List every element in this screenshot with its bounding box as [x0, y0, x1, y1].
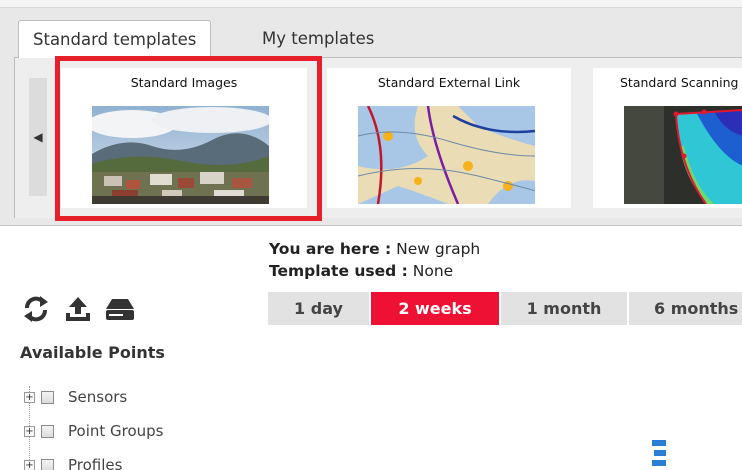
panel-top-border	[0, 0, 742, 8]
time-range-selector: 1 day 2 weeks 1 month 6 months	[268, 292, 742, 325]
you-are-here-label: You are here :	[269, 240, 392, 258]
template-card-title: Standard Scanning	[620, 75, 739, 90]
expand-icon[interactable]: +	[24, 459, 35, 470]
template-card-title: Standard External Link	[377, 75, 521, 90]
template-tabs: Standard templates My templates	[14, 20, 742, 59]
tree-item-label[interactable]: Point Groups	[68, 422, 164, 440]
tree-item-label[interactable]: Sensors	[68, 388, 127, 406]
upload-icon[interactable]	[62, 293, 94, 325]
carousel-prev-button[interactable]: ◀	[29, 78, 47, 196]
selected-template-highlight	[55, 56, 322, 221]
template-used-value: None	[412, 262, 454, 280]
range-button-1-day[interactable]: 1 day	[268, 292, 369, 325]
tab-my-templates[interactable]: My templates	[248, 20, 388, 58]
weather-map-thumbnail	[358, 106, 535, 204]
tree-item-profiles: + Profiles	[24, 448, 164, 470]
template-card-standard-external-link[interactable]: Standard External Link	[327, 68, 571, 208]
you-are-here-value: New graph	[396, 240, 481, 258]
range-button-2-weeks[interactable]: 2 weeks	[371, 292, 499, 325]
logo-fragment-icon	[646, 436, 676, 470]
range-button-1-month[interactable]: 1 month	[501, 292, 627, 325]
refresh-icon[interactable]	[20, 293, 52, 325]
tree-checkbox[interactable]	[41, 424, 54, 438]
template-card-standard-scanning[interactable]: Standard Scanning	[593, 68, 742, 208]
tree-item-point-groups: + Point Groups	[24, 414, 164, 448]
drive-icon[interactable]	[104, 293, 136, 325]
points-tree: + Sensors + Point Groups + Profiles	[24, 380, 164, 470]
range-button-6-months[interactable]: 6 months	[629, 292, 742, 325]
available-points-title: Available Points	[20, 343, 165, 362]
caret-left-icon: ◀	[33, 130, 43, 144]
tree-item-label[interactable]: Profiles	[68, 456, 122, 470]
expand-icon[interactable]: +	[24, 391, 35, 403]
location-info: You are here : New graph Template used :…	[269, 238, 480, 282]
points-toolbar	[20, 292, 136, 326]
tab-standard-templates[interactable]: Standard templates	[18, 20, 212, 59]
tree-checkbox[interactable]	[41, 390, 54, 404]
expand-icon[interactable]: +	[24, 425, 35, 437]
tree-checkbox[interactable]	[41, 458, 54, 470]
template-used-label: Template used :	[269, 262, 408, 280]
tree-item-sensors: + Sensors	[24, 380, 164, 414]
scanning-thumbnail	[624, 106, 742, 204]
